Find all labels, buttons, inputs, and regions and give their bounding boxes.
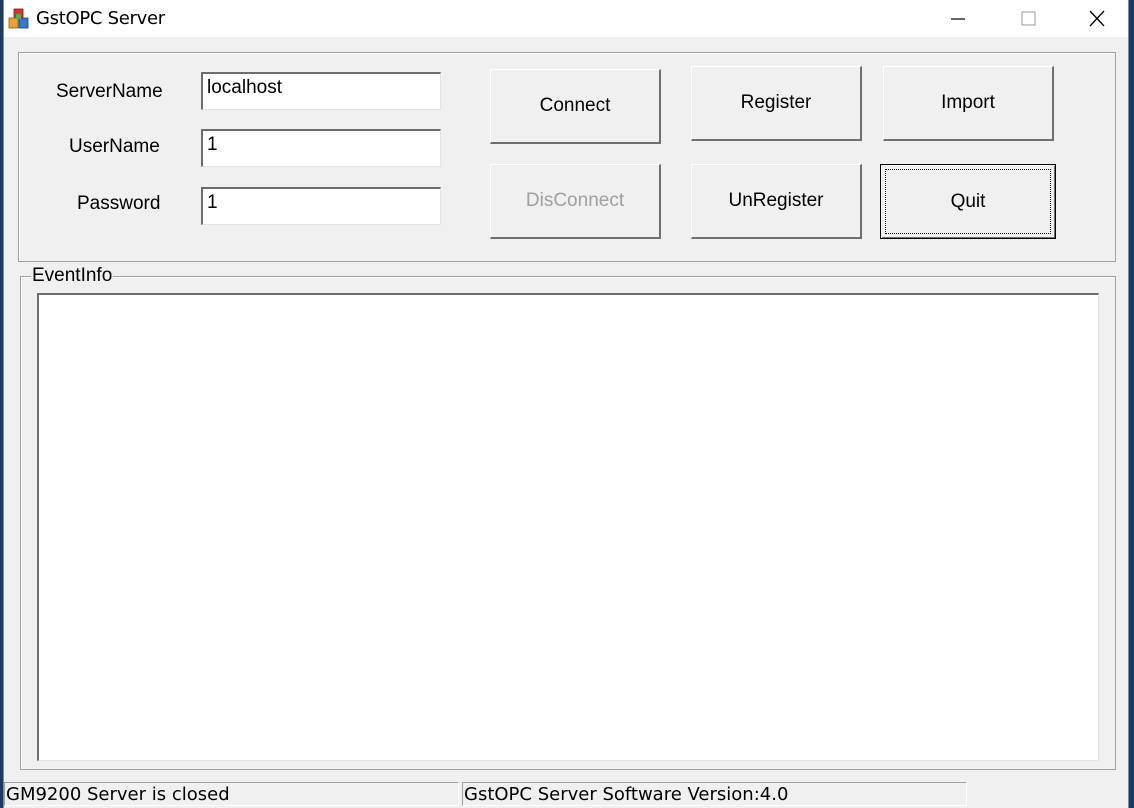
user-name-label: UserName [69,136,160,157]
maximize-icon [1021,11,1036,26]
cubes-app-icon [8,8,30,30]
close-button[interactable] [1062,0,1128,37]
user-name-input[interactable]: 1 [201,129,441,167]
close-icon [1089,10,1105,27]
minimize-button[interactable] [923,0,993,37]
status-version: GstOPC Server Software Version:4.0 [462,782,967,806]
main-window: GstOPC Server ServerName localhost UserN… [3,0,1129,808]
unregister-button[interactable]: UnRegister [691,164,862,239]
event-info-label: EventInfo [31,265,114,287]
password-label: Password [77,193,161,214]
status-bar: GM9200 Server is closed GstOPC Server So… [4,780,1128,808]
minimize-icon [951,18,965,20]
import-button[interactable]: Import [883,66,1054,141]
connect-button[interactable]: Connect [490,69,661,144]
server-name-input[interactable]: localhost [201,72,441,110]
status-server-state: GM9200 Server is closed [4,782,459,806]
quit-button[interactable]: Quit [880,164,1056,239]
server-name-label: ServerName [56,81,163,102]
event-info-log[interactable] [37,293,1099,761]
register-button[interactable]: Register [691,66,862,141]
maximize-button[interactable] [993,0,1063,37]
password-input[interactable]: 1 [201,187,441,225]
window-title: GstOPC Server [36,8,165,29]
focus-rectangle [885,169,1051,234]
title-bar[interactable]: GstOPC Server [4,0,1128,37]
disconnect-button[interactable]: DisConnect [490,164,661,239]
